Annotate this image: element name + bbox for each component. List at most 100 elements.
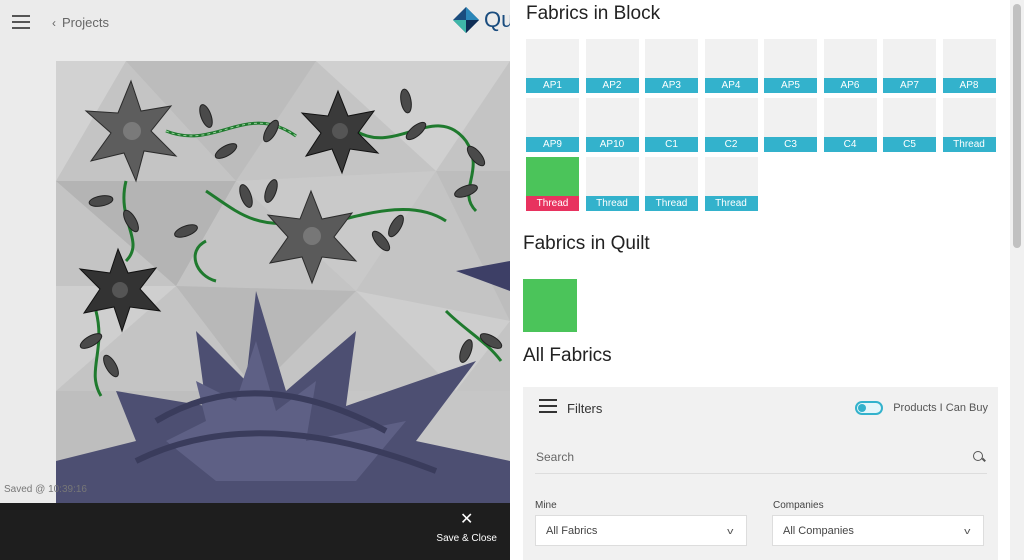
quilt-block-drawing — [56, 61, 510, 503]
block-fabric-tile[interactable]: AP1 — [526, 39, 579, 93]
saved-status: Saved @ 10:39:16 — [4, 484, 87, 495]
block-fabric-tile[interactable]: AP10 — [585, 98, 639, 152]
fabric-tile-label: AP10 — [585, 137, 639, 152]
quilt-block-canvas[interactable] — [56, 61, 510, 503]
design-workspace: ‹ Projects Qu Saved @ 10:39:16 ✕ Save & … — [0, 0, 513, 560]
fabric-swatch — [823, 98, 877, 137]
fabric-tile-label: AP2 — [585, 78, 639, 93]
fabric-tile-label: AP9 — [526, 137, 579, 152]
fabric-swatch — [645, 98, 698, 137]
companies-select[interactable]: All Companies v — [772, 515, 984, 546]
filter-menu-icon — [539, 399, 557, 417]
back-to-projects-link[interactable]: ‹ Projects — [52, 15, 109, 30]
block-fabric-tile[interactable]: C1 — [645, 98, 698, 152]
block-fabric-tile[interactable]: C4 — [823, 98, 877, 152]
fabric-tile-label: AP3 — [645, 78, 698, 93]
mine-select[interactable]: All Fabrics v — [535, 515, 747, 546]
search-icon[interactable] — [973, 450, 985, 463]
fabric-tile-label: C5 — [883, 137, 936, 152]
fabric-swatch — [823, 39, 877, 78]
fabric-tile-label: Thread — [526, 196, 579, 211]
fabric-swatch — [585, 157, 639, 196]
chevron-down-icon: v — [963, 525, 970, 536]
products-i-can-buy-control: Products I Can Buy — [855, 401, 988, 415]
fabric-swatch — [942, 39, 996, 78]
fabric-swatch — [585, 98, 639, 137]
block-fabric-tile[interactable]: AP6 — [823, 39, 877, 93]
panel-scrollbar[interactable] — [1010, 0, 1024, 560]
back-label: Projects — [62, 15, 109, 30]
block-fabric-tile[interactable]: C2 — [704, 98, 758, 152]
bottom-bar: ✕ Save & Close — [0, 503, 510, 560]
fabric-tile-label: Thread — [942, 137, 996, 152]
fabric-swatch — [704, 157, 758, 196]
block-fabric-tile[interactable]: AP4 — [704, 39, 758, 93]
close-icon: ✕ — [460, 511, 474, 528]
mine-label: Mine — [535, 500, 557, 511]
fabric-search-input[interactable]: Search — [535, 440, 987, 474]
block-fabric-tile[interactable]: AP9 — [526, 98, 579, 152]
fabric-swatch — [645, 157, 698, 196]
block-fabric-tile[interactable]: AP5 — [764, 39, 817, 93]
fabric-swatch — [764, 39, 817, 78]
scrollbar-thumb[interactable] — [1013, 4, 1021, 248]
fabric-swatch — [526, 157, 579, 196]
fabric-tile-label: Thread — [704, 196, 758, 211]
all-fabrics-title: All Fabrics — [523, 345, 612, 366]
mine-select-value: All Fabrics — [546, 524, 598, 537]
fabric-tile-label: Thread — [585, 196, 639, 211]
all-fabrics-filter-panel: Filters Products I Can Buy Search Mine A… — [523, 387, 998, 560]
search-placeholder: Search — [536, 449, 575, 464]
fabric-swatch — [704, 98, 758, 137]
block-fabric-tile[interactable]: AP7 — [883, 39, 936, 93]
filters-label: Filters — [567, 400, 603, 416]
fabric-tile-label: AP5 — [764, 78, 817, 93]
block-fabric-tile[interactable]: C3 — [764, 98, 817, 152]
companies-select-value: All Companies — [783, 524, 854, 537]
save-close-button[interactable]: ✕ Save & Close — [436, 511, 497, 544]
logo-mark-icon — [453, 7, 479, 33]
fabric-tile-label: AP7 — [883, 78, 936, 93]
block-fabric-tile[interactable]: AP8 — [942, 39, 996, 93]
fabric-swatch — [942, 98, 996, 137]
block-fabric-tile[interactable]: AP3 — [645, 39, 698, 93]
filters-toggle[interactable]: Filters — [539, 399, 602, 417]
fabric-swatch — [585, 39, 639, 78]
block-fabric-tile[interactable]: Thread — [704, 157, 758, 211]
fabric-tile-label: C2 — [704, 137, 758, 152]
fabric-swatch — [764, 98, 817, 137]
fabric-swatch — [526, 98, 579, 137]
save-close-label: Save & Close — [436, 533, 497, 544]
fabric-tile-label: AP6 — [823, 78, 877, 93]
block-fabric-tile[interactable]: C5 — [883, 98, 936, 152]
logo-text: Qu — [484, 7, 514, 32]
fabric-tile-label: C3 — [764, 137, 817, 152]
companies-label: Companies — [773, 500, 824, 511]
fabrics-panel: Fabrics in Block AP1 AP2 AP3 AP4 AP5 AP6 AP7 AP… — [510, 0, 1024, 560]
products-i-can-buy-toggle[interactable] — [855, 401, 884, 415]
app-logo: Qu — [452, 6, 513, 34]
fabrics-in-block-title: Fabrics in Block — [526, 3, 661, 24]
block-fabric-tile[interactable]: AP2 — [585, 39, 639, 93]
chevron-down-icon: v — [726, 525, 733, 536]
fabric-tile-label: C1 — [645, 137, 698, 152]
fabric-swatch — [526, 39, 579, 78]
quilt-fabric-swatch[interactable] — [523, 279, 577, 332]
chevron-left-icon: ‹ — [52, 15, 56, 30]
fabric-swatch — [704, 39, 758, 78]
fabric-tile-label: AP1 — [526, 78, 579, 93]
fabrics-in-quilt-title: Fabrics in Quilt — [523, 233, 650, 254]
block-fabric-tile[interactable]: Thread — [585, 157, 639, 211]
fabric-tile-label: AP8 — [942, 78, 996, 93]
top-bar: ‹ Projects Qu — [0, 0, 513, 48]
fabric-swatch — [883, 39, 936, 78]
block-fabric-tile[interactable]: Thread — [645, 157, 698, 211]
fabric-swatch — [645, 39, 698, 78]
fabric-tile-label: AP4 — [704, 78, 758, 93]
fabric-swatch — [883, 98, 936, 137]
fabric-tile-label: C4 — [823, 137, 877, 152]
fabric-tile-label: Thread — [645, 196, 698, 211]
block-fabric-tile[interactable]: Thread — [526, 157, 579, 211]
block-fabric-tile[interactable]: Thread — [942, 98, 996, 152]
menu-icon[interactable] — [12, 15, 30, 29]
